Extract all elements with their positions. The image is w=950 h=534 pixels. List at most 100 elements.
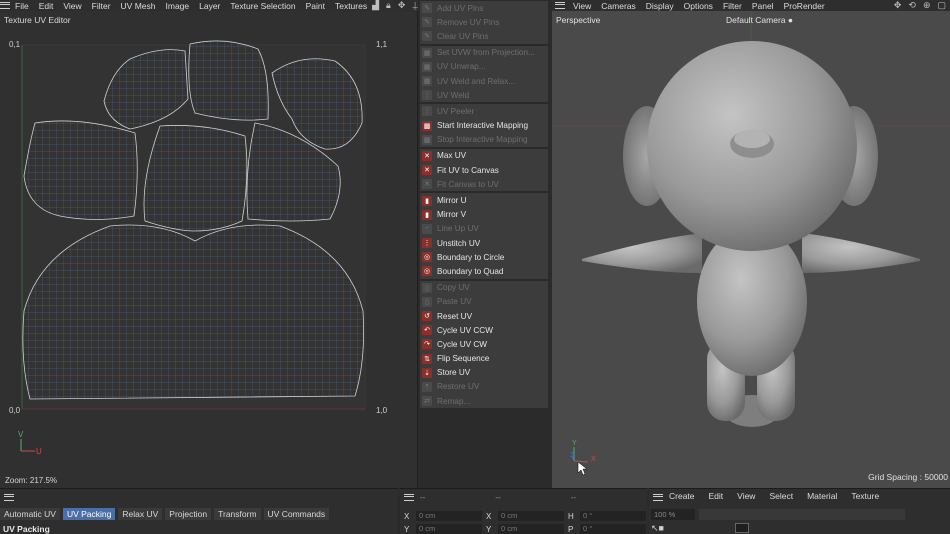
lock-icon[interactable]: 🔒︎ xyxy=(386,0,391,11)
menu-remove-uv-pins[interactable]: ✎ Remove UV Pins xyxy=(420,15,548,29)
menu-filter[interactable]: Filter xyxy=(718,1,747,11)
menu-paint[interactable]: Paint xyxy=(301,1,330,11)
peeler-icon: ⋮ xyxy=(422,106,432,117)
hamburger-icon[interactable] xyxy=(404,494,414,501)
move-icon[interactable]: ✥ xyxy=(398,0,406,11)
menu-uv-unwrap[interactable]: ▦ UV Unwrap... xyxy=(420,60,548,74)
menu-panel[interactable]: Panel xyxy=(747,1,779,11)
coordinate-row: X 0 cm X 0 cm H 0 ° xyxy=(404,511,646,521)
menu-store-uv[interactable]: ⇣ Store UV xyxy=(420,366,548,380)
rotation-h-field[interactable]: 0 ° xyxy=(580,511,646,521)
tab-uv-commands[interactable]: UV Commands xyxy=(263,508,330,520)
menu-cameras[interactable]: Cameras xyxy=(596,1,640,11)
rotation-p-field[interactable]: 0 ° xyxy=(580,524,646,534)
material-zoom-field[interactable]: 100 % xyxy=(651,509,695,520)
menu-uv-weld[interactable]: ⋮ UV Weld xyxy=(420,88,548,102)
menu-set-uvw-from-projection[interactable]: ▦ Set UVW from Projection... xyxy=(420,46,548,60)
position-y-field[interactable]: 0 cm xyxy=(416,524,482,534)
remap-icon: ⇄ xyxy=(422,396,432,407)
menu-view[interactable]: View xyxy=(58,1,86,11)
menu-uv-mesh[interactable]: UV Mesh xyxy=(116,1,161,11)
size-x-field[interactable]: 0 cm xyxy=(498,511,564,521)
menu-edit[interactable]: Edit xyxy=(709,491,724,501)
menu-copy-uv[interactable]: ▯ Copy UV xyxy=(420,281,548,295)
menu-texture-selection[interactable]: Texture Selection xyxy=(225,1,300,11)
paste-icon: ▯ xyxy=(422,296,432,307)
viewport-scene[interactable] xyxy=(552,11,950,488)
hamburger-icon[interactable] xyxy=(653,494,663,501)
pin-icon[interactable]: ⍊ xyxy=(412,0,417,11)
menu-select[interactable]: Select xyxy=(769,491,793,501)
menu-mirror-u[interactable]: ▮ Mirror U xyxy=(420,193,548,207)
menu-view[interactable]: View xyxy=(568,1,596,11)
tab-projection[interactable]: Projection xyxy=(165,508,212,520)
tab-transform[interactable]: Transform xyxy=(214,508,261,520)
menu-restore-uv[interactable]: ⇡ Restore UV xyxy=(420,380,548,394)
zoom-icon[interactable]: ⊕ xyxy=(923,0,931,11)
menu-paste-uv[interactable]: ▯ Paste UV xyxy=(420,295,548,309)
grid-spacing-readout: Grid Spacing : 50000 xyxy=(868,472,948,482)
size-y-field[interactable]: 0 cm xyxy=(498,524,564,534)
material-thumbnail[interactable] xyxy=(735,523,749,533)
menu-fit-canvas-to-uv[interactable]: ✕ Fit Canvas to UV xyxy=(420,177,548,191)
menu-boundary-to-circle[interactable]: ◎ Boundary to Circle xyxy=(420,250,548,264)
menu-prorender[interactable]: ProRender xyxy=(779,1,830,11)
axis-gizmo xyxy=(571,447,589,463)
menu-textures[interactable]: Textures xyxy=(330,1,372,11)
menu-cycle-uv-ccw[interactable]: ↶ Cycle UV CCW xyxy=(420,323,548,337)
menu-file[interactable]: File xyxy=(10,1,34,11)
material-slider[interactable] xyxy=(699,509,905,520)
menu-group-pins: ✎ Add UV Pins ✎ Remove UV Pins ✎ Clear UV P… xyxy=(420,1,548,46)
menu-texture[interactable]: Texture xyxy=(851,491,879,501)
menu-material[interactable]: Material xyxy=(807,491,837,501)
move-icon[interactable]: ✥ xyxy=(894,0,902,11)
menu-display[interactable]: Display xyxy=(641,1,679,11)
menu-flip-sequence[interactable]: ⇅ Flip Sequence xyxy=(420,352,548,366)
tab-automatic-uv[interactable]: Automatic UV xyxy=(0,508,60,520)
menu-view[interactable]: View xyxy=(737,491,755,501)
camera-label[interactable]: Default Camera ● xyxy=(726,15,793,25)
position-x-field[interactable]: 0 cm xyxy=(416,511,482,521)
fit-icon: ✕ xyxy=(422,179,432,190)
restore-icon: ⇡ xyxy=(422,381,432,392)
menu-create[interactable]: Create xyxy=(669,491,695,501)
histogram-icon[interactable]: ▟ xyxy=(372,0,379,11)
hamburger-icon[interactable] xyxy=(4,494,14,501)
perspective-viewport[interactable]: Perspective Default Camera ● Y X Z Grid … xyxy=(552,11,950,488)
menu-line-up-uv[interactable]: ~ Line Up UV xyxy=(420,222,548,236)
menu-start-interactive-mapping[interactable]: ▩ Start Interactive Mapping xyxy=(420,119,548,133)
uv-axis-icon xyxy=(20,439,35,452)
tab-relax-uv[interactable]: Relax UV xyxy=(118,508,163,520)
uv-canvas[interactable] xyxy=(0,11,418,488)
menu-remap[interactable]: ⇄ Remap... xyxy=(420,394,548,408)
uv-editor-panel[interactable]: Texture UV Editor 0,1 1,1 0,0 1,0 V U Zo… xyxy=(0,11,418,488)
menu-options[interactable]: Options xyxy=(679,1,718,11)
menu-stop-interactive-mapping[interactable]: ▩ Stop Interactive Mapping xyxy=(420,133,548,147)
menu-edit[interactable]: Edit xyxy=(34,1,59,11)
weld-icon: ▦ xyxy=(422,76,432,87)
character-model[interactable] xyxy=(582,41,920,427)
maximize-icon[interactable]: ▢ xyxy=(937,0,946,11)
menu-boundary-to-quad[interactable]: ◎ Boundary to Quad xyxy=(420,264,548,278)
menu-add-uv-pins[interactable]: ✎ Add UV Pins xyxy=(420,1,548,15)
select-tool-icon[interactable]: ↖■ xyxy=(651,523,664,534)
menu-cycle-uv-cw[interactable]: ↷ Cycle UV CW xyxy=(420,337,548,351)
menu-reset-uv[interactable]: ↺ Reset UV xyxy=(420,309,548,323)
tab-uv-packing[interactable]: UV Packing xyxy=(62,508,116,520)
menu-uv-peeler[interactable]: ⋮ UV Peeler xyxy=(420,104,548,118)
hamburger-icon[interactable] xyxy=(552,2,568,9)
menu-layer[interactable]: Layer xyxy=(194,1,225,11)
menu-image[interactable]: Image xyxy=(161,1,195,11)
coordinates-panel: -- -- -- X 0 cm X 0 cm H 0 ° Y 0 cm Y 0 … xyxy=(400,488,647,534)
menu-clear-uv-pins[interactable]: ✎ Clear UV Pins xyxy=(420,29,548,43)
menu-mirror-v[interactable]: ▮ Mirror V xyxy=(420,208,548,222)
menu-filter[interactable]: Filter xyxy=(87,1,116,11)
uv-island-body xyxy=(143,125,248,232)
menu-unstitch-uv[interactable]: ⋮ Unstitch UV xyxy=(420,236,548,250)
menu-fit-uv-to-canvas[interactable]: ✕ Fit UV to Canvas xyxy=(420,163,548,177)
corner-label-tl: 0,1 xyxy=(9,40,21,49)
menu-max-uv[interactable]: ✕ Max UV xyxy=(420,149,548,163)
menu-uv-weld-and-relax[interactable]: ▦ UV Weld and Relax... xyxy=(420,74,548,88)
hamburger-icon[interactable] xyxy=(0,2,10,9)
rotate-icon[interactable]: ⟲ xyxy=(908,0,916,11)
